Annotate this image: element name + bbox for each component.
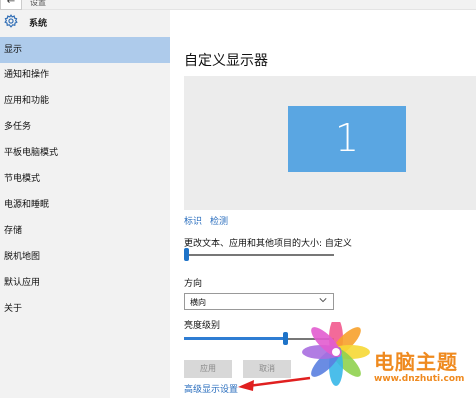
brightness-slider-fill	[184, 337, 283, 340]
cancel-button[interactable]: 取消	[243, 360, 291, 378]
sidebar-item-battery-saver[interactable]: 节电模式	[0, 166, 170, 192]
sidebar-item-label: 节电模式	[4, 174, 41, 184]
brightness-slider-thumb[interactable]	[282, 332, 288, 345]
sidebar-item-power-sleep[interactable]: 电源和睡眠	[0, 192, 170, 218]
scale-label: 更改文本、应用和其他项目的大小: 自定义	[184, 239, 352, 249]
sidebar-item-storage[interactable]: 存储	[0, 218, 170, 244]
advanced-display-settings-link[interactable]: 高级显示设置	[184, 382, 238, 395]
sidebar-item-tablet-mode[interactable]: 平板电脑模式	[0, 140, 170, 166]
monitor-1-tile[interactable]: 1	[288, 106, 406, 172]
sidebar-item-multitasking[interactable]: 多任务	[0, 114, 170, 140]
brightness-label: 亮度级别	[184, 321, 221, 331]
scale-slider-thumb[interactable]	[184, 248, 189, 261]
sidebar-item-label: 默认应用	[4, 278, 41, 288]
chevron-down-icon	[319, 298, 327, 303]
sidebar-item-label: 存储	[4, 226, 23, 236]
page-title: 自定义显示器	[184, 53, 268, 69]
sidebar-item-label: 电源和睡眠	[4, 200, 50, 210]
window-title: 设置	[30, 0, 46, 7]
gear-icon	[4, 14, 18, 28]
sidebar-item-offline-maps[interactable]: 脱机地图	[0, 244, 170, 270]
detect-link[interactable]: 检测	[210, 214, 228, 227]
sidebar-item-label: 通知和操作	[4, 70, 50, 80]
sidebar-item-default-apps[interactable]: 默认应用	[0, 270, 170, 296]
apply-button[interactable]: 应用	[184, 360, 232, 378]
watermark-title: 电脑主题	[374, 350, 458, 374]
back-button[interactable]: ←	[0, 0, 22, 10]
sidebar: 系统 显示 通知和操作 应用和功能 多任务 平板电脑模式 节电模式 电源和睡眠 …	[0, 10, 170, 398]
sidebar-item-about[interactable]: 关于	[0, 296, 170, 322]
display-preview-area: 1	[184, 76, 476, 210]
settings-header: 系统	[0, 10, 170, 34]
identify-link[interactable]: 标识	[184, 214, 202, 227]
orientation-dropdown[interactable]: 横向	[184, 293, 334, 310]
sidebar-item-label: 脱机地图	[4, 252, 41, 262]
sidebar-item-display[interactable]: 显示	[0, 37, 170, 63]
orientation-label: 方向	[184, 279, 203, 289]
pinwheel-logo-icon	[302, 322, 370, 386]
sidebar-item-label: 显示	[4, 45, 23, 55]
orientation-value: 横向	[190, 298, 206, 307]
settings-section-title: 系统	[29, 19, 48, 29]
sidebar-item-notifications[interactable]: 通知和操作	[0, 62, 170, 88]
watermark-url: www.dnzhuti.com	[374, 374, 465, 384]
title-bar: ← 设置	[0, 0, 476, 10]
sidebar-item-label: 平板电脑模式	[4, 148, 59, 158]
sidebar-item-label: 应用和功能	[4, 96, 50, 106]
arrow-left-icon: ←	[6, 0, 16, 7]
watermark: 电脑主题 www.dnzhuti.com	[300, 322, 470, 388]
scale-slider-track	[184, 254, 334, 256]
sidebar-item-apps[interactable]: 应用和功能	[0, 88, 170, 114]
sidebar-item-label: 多任务	[4, 122, 32, 132]
sidebar-item-label: 关于	[4, 304, 23, 314]
